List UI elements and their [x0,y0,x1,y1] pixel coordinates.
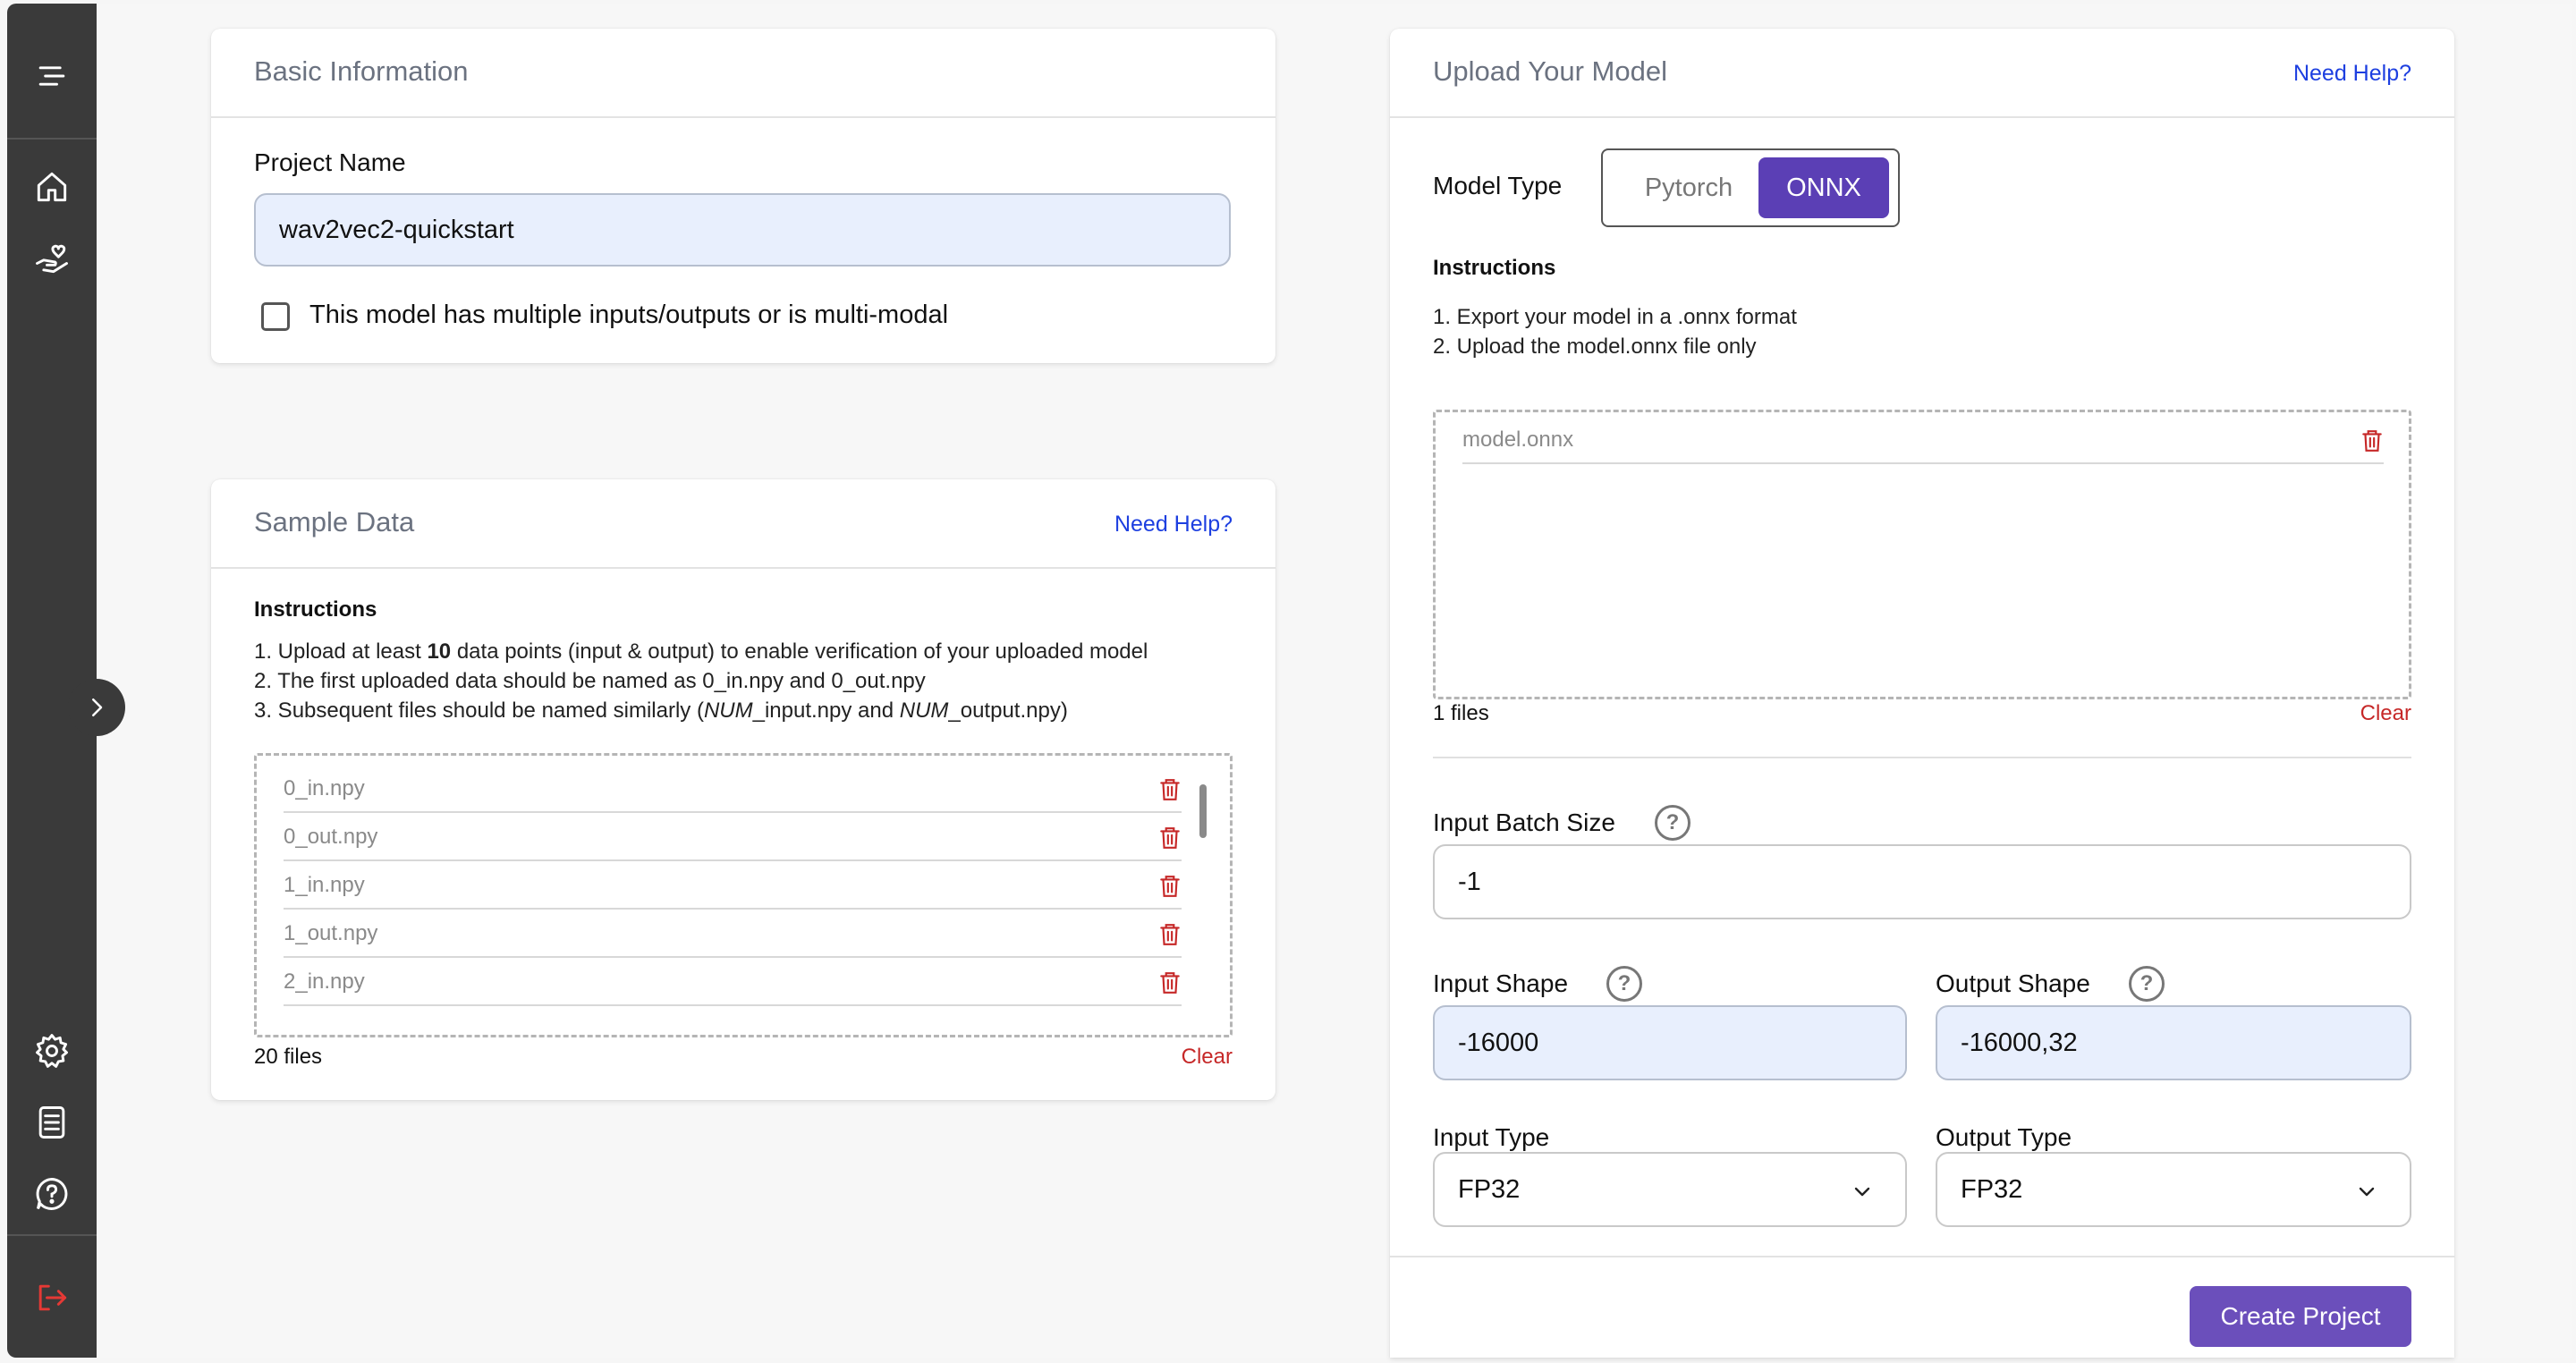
instruction-text: 3. Subsequent files should be named simi… [254,698,704,723]
file-name: model.onnx [1462,428,1574,452]
batch-size-input[interactable]: -1 [1433,844,2411,919]
instruction-text: _input.npy and [752,698,900,723]
sample-data-dropzone[interactable]: 0_in.npy 0_out.npy 1_in.npy 1_out.npy 2_… [254,753,1233,1037]
project-name-label: Project Name [254,148,406,176]
sidebar-divider [7,1234,97,1236]
hand-heart-icon[interactable] [31,238,72,279]
document-icon[interactable] [31,1102,72,1143]
chevron-down-icon [2359,1187,2375,1197]
need-help-link[interactable]: Need Help? [2293,61,2411,87]
input-shape-input[interactable]: -16000 [1433,1005,1907,1080]
trash-icon[interactable] [1158,970,1182,995]
chevron-down-icon [1854,1187,1870,1197]
trash-icon[interactable] [1158,922,1182,947]
help-circle-icon[interactable]: ? [1606,966,1642,1002]
card-header: Basic Information [211,29,1275,118]
multi-modal-label: This model has multiple inputs/outputs o… [309,301,949,329]
model-type-label: Model Type [1433,172,1563,199]
output-shape-input[interactable]: -16000,32 [1936,1005,2411,1080]
input-type-select[interactable]: FP32 [1433,1152,1907,1227]
trash-icon[interactable] [1158,777,1182,802]
file-row: 0_out.npy [284,815,1182,861]
batch-size-label: Input Batch Size [1433,808,1615,836]
file-row: model.onnx [1462,418,2384,464]
clear-files-button[interactable]: Clear [1182,1045,1233,1070]
file-name: 1_out.npy [284,921,378,945]
input-shape-label: Input Shape [1433,969,1569,997]
card-header: Upload Your Model Need Help? [1390,29,2454,118]
file-name: 1_in.npy [284,873,365,897]
output-type-select[interactable]: FP32 [1936,1152,2411,1227]
instruction-text: _output.npy) [948,698,1068,723]
instruction-3: 3. Subsequent files should be named simi… [254,696,1068,725]
card-title: Basic Information [254,55,469,87]
output-type-value: FP32 [1961,1174,2023,1204]
menu-icon[interactable] [31,55,72,97]
file-list-scrollbar[interactable] [1199,784,1207,838]
sample-data-card: Sample Data Need Help? Instructions 1. U… [211,479,1275,1100]
file-count: 1 files [1433,701,1489,725]
divider [1433,757,2411,758]
basic-information-card: Basic Information Project Name wav2vec2-… [211,29,1275,363]
chevron-right-icon [92,698,103,716]
instruction-2: 2. The first uploaded data should be nam… [254,669,926,693]
instruction-1: 1. Export your model in a .onnx format [1433,305,1797,329]
home-icon[interactable] [31,166,72,207]
help-circle-icon[interactable]: ? [1655,805,1690,841]
instruction-text: 1. Upload at least [254,639,428,664]
instruction-2: 2. Upload the model.onnx file only [1433,334,1757,359]
footer-divider [1390,1256,2454,1257]
instruction-emphasis: NUM [703,698,753,723]
model-dropzone[interactable]: model.onnx [1433,410,2411,699]
multi-modal-checkbox[interactable] [261,302,290,331]
create-project-button[interactable]: Create Project [2190,1286,2411,1347]
sidebar-expand-button[interactable] [68,679,125,736]
model-type-onnx[interactable]: ONNX [1758,157,1889,218]
instruction-emphasis: 10 [427,639,452,664]
upload-model-card: Upload Your Model Need Help? Model Type … [1390,29,2454,1358]
model-type-toggle: Pytorch ONNX [1601,148,1900,227]
instruction-1: 1. Upload at least 10 data points (input… [254,637,1148,666]
help-icon[interactable] [31,1173,72,1215]
output-type-label: Output Type [1936,1123,2072,1151]
file-row: 1_in.npy [284,863,1182,910]
sidebar [7,4,97,1358]
instruction-emphasis: NUM [899,698,949,723]
instruction-text: data points (input & output) to enable v… [451,639,1148,664]
instructions-title: Instructions [1433,256,1556,280]
sidebar-divider [7,138,97,140]
card-title: Upload Your Model [1433,55,1667,87]
file-name: 0_out.npy [284,825,378,849]
trash-icon[interactable] [1158,874,1182,899]
card-title: Sample Data [254,506,415,538]
logout-icon[interactable] [31,1277,72,1318]
project-name-input[interactable]: wav2vec2-quickstart [254,193,1231,267]
input-type-value: FP32 [1458,1174,1521,1204]
input-type-label: Input Type [1433,1123,1550,1151]
model-type-pytorch[interactable]: Pytorch [1610,157,1767,218]
output-shape-label: Output Shape [1936,969,2090,997]
file-name: 2_in.npy [284,969,365,994]
clear-files-button[interactable]: Clear [2360,701,2411,726]
need-help-link[interactable]: Need Help? [1114,512,1233,538]
card-header: Sample Data Need Help? [211,479,1275,569]
trash-icon[interactable] [2360,428,2384,453]
file-row: 0_in.npy [284,766,1182,813]
instructions-title: Instructions [254,597,377,622]
help-circle-icon[interactable]: ? [2129,966,2165,1002]
file-row: 2_in.npy [284,960,1182,1006]
gear-icon[interactable] [31,1030,72,1071]
trash-icon[interactable] [1158,825,1182,851]
file-count: 20 files [254,1045,323,1069]
file-row: 1_out.npy [284,911,1182,958]
file-name: 0_in.npy [284,776,365,800]
